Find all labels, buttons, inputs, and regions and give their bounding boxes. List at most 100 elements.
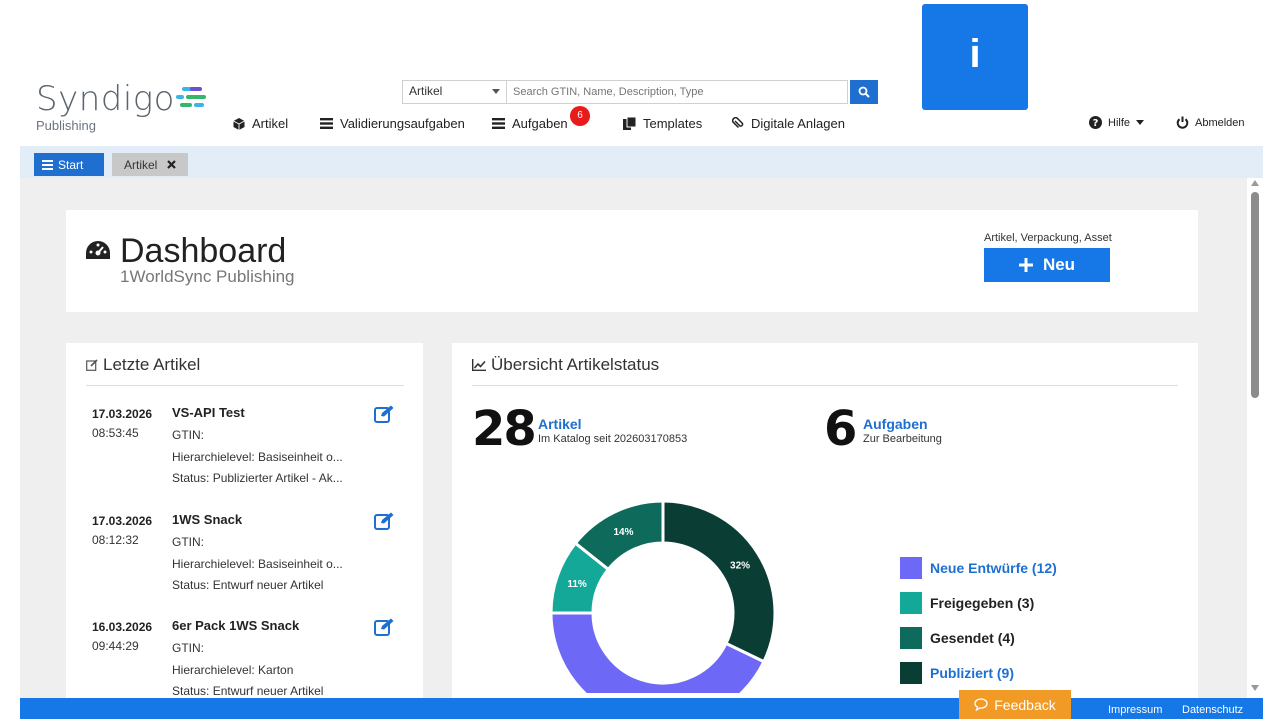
nav-label: Aufgaben (512, 116, 568, 131)
cube-icon (233, 117, 245, 130)
comment-icon (974, 698, 988, 711)
card-title: Übersicht Artikelstatus (491, 355, 660, 374)
status-donut-chart: 11% 14% 32% (549, 499, 777, 693)
divider (472, 385, 1178, 386)
datenschutz-link[interactable]: Datenschutz (1182, 704, 1243, 716)
paperclip-icon (732, 117, 744, 129)
new-item-button[interactable]: Neu (984, 248, 1110, 282)
page-title: Dashboard (86, 234, 286, 268)
nav-templates[interactable]: Templates (623, 116, 702, 131)
dashboard-subtitle: 1WorldSync Publishing (120, 267, 295, 286)
slice-label: 14% (614, 527, 634, 538)
power-icon (1176, 116, 1189, 129)
line-chart-icon (472, 359, 486, 371)
edit-icon[interactable] (374, 618, 394, 636)
item-time: 08:12:32 (92, 533, 139, 547)
dashboard-header-card: Dashboard 1WorldSync Publishing Artikel,… (66, 210, 1198, 312)
item-hierarchy: Hierarchielevel: Basiseinheit o... (172, 450, 343, 464)
logout-button[interactable]: Abmelden (1176, 116, 1245, 129)
new-caption: Artikel, Verpackung, Asset (984, 232, 1112, 244)
item-time: 08:53:45 (92, 426, 139, 440)
feedback-button[interactable]: Feedback (959, 690, 1071, 719)
info-tile[interactable]: i (922, 4, 1028, 110)
info-icon: i (969, 32, 981, 76)
legend-publiziert[interactable]: Publiziert (9) (900, 662, 1014, 684)
search-button[interactable] (850, 80, 878, 104)
legend-label: Publiziert (9) (930, 665, 1015, 681)
dashboard-title: Dashboard (120, 232, 287, 270)
nav-label: Artikel (252, 116, 289, 131)
brand-logo[interactable]: Syndigo Publishing (36, 79, 206, 133)
tab-strip: Start Artikel (20, 146, 1263, 178)
item-time: 09:44:29 (92, 639, 139, 653)
nav-validierungsaufgaben[interactable]: Validierungsaufgaben (320, 116, 465, 131)
close-icon[interactable] (167, 160, 177, 169)
item-status: Status: Publizierter Artikel - Ak... (172, 471, 343, 485)
item-gtin: GTIN: (172, 428, 204, 442)
item-gtin: GTIN: (172, 641, 204, 655)
nav-label: Validierungsaufgaben (340, 116, 465, 131)
legend-neue-entwuerfe[interactable]: Neue Entwürfe (12) (900, 557, 1057, 579)
help-menu[interactable]: ? Hilfe (1089, 116, 1145, 129)
list-icon (320, 118, 333, 129)
tab-start[interactable]: Start (34, 153, 104, 176)
edit-icon[interactable] (374, 512, 394, 530)
recent-articles-card: Letzte Artikel 17.03.2026 08:53:45 VS-AP… (66, 343, 423, 698)
item-title[interactable]: VS-API Test (172, 405, 245, 420)
help-label: Hilfe (1108, 116, 1131, 129)
legend-gesendet: Gesendet (4) (900, 627, 1015, 649)
new-button-label: Neu (1042, 255, 1076, 274)
dashboard-gauge-icon (86, 241, 110, 259)
articles-since: Im Katalog seit 202603170853 (538, 433, 688, 445)
legend-label: Neue Entwürfe (12) (930, 560, 1057, 576)
item-gtin: GTIN: (172, 535, 204, 549)
tasks-sub: Zur Bearbeitung (863, 433, 942, 445)
tab-artikel[interactable]: Artikel (112, 153, 188, 176)
item-title[interactable]: 1WS Snack (172, 512, 242, 527)
articles-link[interactable]: Artikel (538, 416, 582, 432)
nav-label: Digitale Anlagen (751, 116, 845, 131)
item-date: 17.03.2026 (92, 407, 153, 421)
legend-swatch (900, 662, 922, 684)
scroll-down-arrow-icon[interactable] (1251, 685, 1259, 691)
legend-label: Freigegeben (3) (930, 595, 1035, 611)
impressum-link[interactable]: Impressum (1108, 704, 1162, 716)
nav-label: Templates (643, 116, 703, 131)
search-type-select[interactable]: Artikel (402, 80, 506, 104)
slice-label: 32% (730, 561, 750, 572)
dashboard-content: Dashboard 1WorldSync Publishing Artikel,… (20, 178, 1247, 698)
recent-articles-heading: Letzte Artikel (86, 355, 200, 375)
svg-text:?: ? (1093, 118, 1099, 129)
slice-label: 11% (567, 579, 587, 590)
edit-icon (86, 359, 98, 371)
copy-icon (623, 117, 636, 130)
slice-publiziert[interactable] (661, 499, 777, 664)
nav-artikel[interactable]: Artikel (233, 116, 288, 131)
item-date: 17.03.2026 (92, 514, 153, 528)
legend-freigegeben: Freigegeben (3) (900, 592, 1034, 614)
scrollbar[interactable] (1247, 178, 1263, 698)
scroll-up-arrow-icon[interactable] (1251, 180, 1259, 186)
tab-label: Artikel (124, 157, 158, 172)
nav-aufgaben[interactable]: Aufgaben (492, 116, 568, 131)
tab-label: Start (58, 157, 84, 172)
card-title: Letzte Artikel (103, 355, 201, 374)
search-type-value: Artikel (409, 84, 443, 98)
edit-icon[interactable] (374, 405, 394, 423)
tasks-link[interactable]: Aufgaben (863, 416, 928, 432)
item-status: Status: Entwurf neuer Artikel (172, 578, 324, 592)
scroll-thumb[interactable] (1251, 192, 1259, 398)
search-icon (858, 86, 870, 98)
item-title[interactable]: 6er Pack 1WS Snack (172, 618, 299, 633)
legend-swatch (900, 557, 922, 579)
search-input[interactable] (506, 80, 848, 104)
logo-wordmark: Syndigo (36, 79, 175, 119)
plus-icon (1018, 258, 1033, 272)
syndigo-mark-icon (176, 86, 208, 114)
nav-digitale-anlagen[interactable]: Digitale Anlagen (732, 116, 845, 131)
footer-bar (20, 698, 1263, 719)
article-status-heading: Übersicht Artikelstatus (472, 355, 659, 375)
feedback-label: Feedback (994, 696, 1056, 713)
legend-swatch (900, 627, 922, 649)
item-date: 16.03.2026 (92, 620, 153, 634)
